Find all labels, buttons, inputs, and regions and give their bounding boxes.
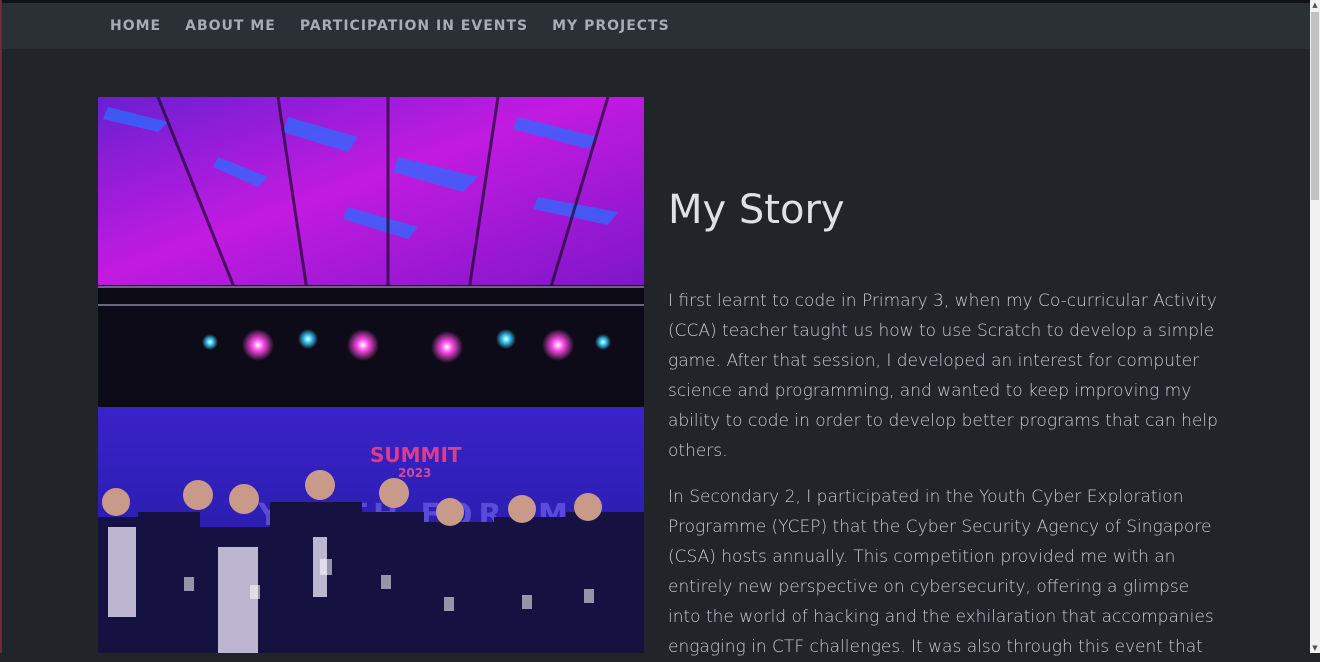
stage-light [298,329,318,349]
stage-light [202,334,218,350]
story-paragraph: In Secondary 2, I participated in the Yo… [668,487,1214,657]
my-story-section: My Story I first learnt to code in Prima… [668,180,1218,662]
nav-list: HOME ABOUT ME PARTICIPATION IN EVENTS MY… [110,18,694,34]
scroll-down-arrow-icon[interactable]: ▼ [1310,643,1320,653]
scrollbar-thumb[interactable] [1311,12,1319,200]
navbar: HOME ABOUT ME PARTICIPATION IN EVENTS MY… [2,3,1310,49]
vertical-scrollbar[interactable]: ▲ ▼ [1310,0,1320,653]
scroll-up-arrow-icon[interactable]: ▲ [1310,0,1320,10]
stage-light [431,331,463,363]
photo-logo-text: SUMMIT [370,443,462,467]
nav-link-about-me[interactable]: ABOUT ME [185,18,276,34]
nav-link-home[interactable]: HOME [110,18,161,34]
stage-light [496,329,516,349]
nav-link-participation-in-events[interactable]: PARTICIPATION IN EVENTS [300,18,528,34]
window-left-accent [0,0,1,653]
story-photo: SUMMIT 2023 YOUTH FORUM [98,97,644,653]
nav-link-my-projects[interactable]: MY PROJECTS [552,18,670,34]
stage-light [242,329,274,361]
story-title: My Story [668,187,845,233]
stage-light [347,329,379,361]
photo-ceiling [98,97,644,297]
photo-year-text: 2023 [398,466,431,480]
stage-light [542,329,574,361]
photo-truss [98,285,644,307]
story-paragraph: I first learnt to code in Primary 3, whe… [668,291,1218,461]
stage-light [595,334,611,350]
